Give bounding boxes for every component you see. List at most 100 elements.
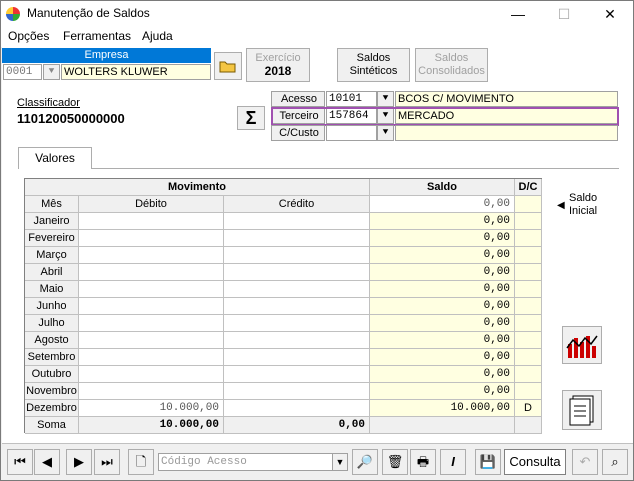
bottom-toolbar: ⏮ ◀ ▶ ⏭ 🗋 Código Acesso ▼ 🔎 🗑 🖶 I 💾 Cons…	[2, 443, 633, 480]
undo-button[interactable]: ↶	[572, 449, 598, 475]
row-mes: Agosto	[25, 332, 79, 349]
last-record-button[interactable]: ⏭	[94, 449, 120, 475]
header-credito: Crédito	[224, 196, 370, 213]
row-credito[interactable]	[224, 230, 370, 247]
maximize-button[interactable]: ☐	[541, 1, 587, 27]
row-dc	[515, 213, 542, 230]
print-button[interactable]: 🖶	[410, 449, 436, 475]
row-mes: Setembro	[25, 349, 79, 366]
new-record-button[interactable]: 🗋	[128, 449, 154, 475]
row-mes: Maio	[25, 281, 79, 298]
acesso-label: Acesso	[271, 91, 325, 107]
row-credito[interactable]	[224, 366, 370, 383]
row-debito[interactable]	[79, 349, 224, 366]
ccusto-dropdown-icon[interactable]: ⯆	[377, 125, 394, 141]
save-button[interactable]: 💾	[475, 449, 501, 475]
row-debito[interactable]	[79, 230, 224, 247]
row-debito[interactable]	[79, 383, 224, 400]
acesso-dropdown-icon[interactable]: ⯆	[377, 91, 394, 107]
codigo-dropdown-icon[interactable]: ▼	[332, 453, 348, 471]
row-saldo: 0,00	[370, 383, 515, 400]
folder-icon	[219, 61, 236, 73]
empresa-code-input[interactable]: 0001	[3, 64, 42, 80]
row-mes: Outubro	[25, 366, 79, 383]
saldos-sinteticos-button[interactable]: Saldos Sintéticos	[337, 48, 410, 82]
row-credito[interactable]	[224, 400, 370, 417]
row-saldo: 0,00	[370, 366, 515, 383]
row-dc	[515, 383, 542, 400]
info-button[interactable]: I	[440, 449, 466, 475]
prev-record-button[interactable]: ◀	[34, 449, 60, 475]
next-record-button[interactable]: ▶	[66, 449, 92, 475]
row-debito[interactable]	[79, 281, 224, 298]
row-mes: Junho	[25, 298, 79, 315]
classificador-label: Classificador	[17, 97, 80, 109]
row-saldo: 0,00	[370, 349, 515, 366]
tab-valores[interactable]: Valores	[18, 147, 92, 169]
saldos-consolidados-line1: Saldos	[434, 52, 469, 64]
chart-button[interactable]	[562, 326, 602, 364]
valores-table: Movimento Saldo D/C Mês Débito Crédito 0,00 Jan…	[24, 178, 542, 434]
first-record-button[interactable]: ⏮	[7, 449, 33, 475]
row-mes: Fevereiro	[25, 230, 79, 247]
acesso-code-input[interactable]: 10101	[326, 91, 377, 107]
row-dc	[515, 315, 542, 332]
menu-opcoes[interactable]: Opções	[8, 29, 49, 43]
row-dc	[515, 247, 542, 264]
document-icon	[569, 395, 594, 426]
menu-ajuda[interactable]: Ajuda	[142, 29, 173, 43]
row-debito[interactable]	[79, 366, 224, 383]
row-dc	[515, 281, 542, 298]
row-mes: Março	[25, 247, 79, 264]
row-dc	[515, 230, 542, 247]
header-debito: Débito	[79, 196, 224, 213]
header-movimento: Movimento	[25, 179, 370, 196]
saldo-inicial-label: Saldo Inicial	[569, 192, 597, 218]
row-saldo: 0,00	[370, 332, 515, 349]
row-debito[interactable]: 10.000,00	[79, 400, 224, 417]
header-dc: D/C	[515, 179, 542, 196]
empresa-dropdown-icon[interactable]: ⯆	[43, 64, 60, 80]
delete-button[interactable]: 🗑	[382, 449, 408, 475]
codigo-acesso-input[interactable]: Código Acesso	[158, 453, 333, 471]
row-saldo: 0,00	[370, 281, 515, 298]
search-doc-button[interactable]: 🔎	[352, 449, 378, 475]
soma-dc	[515, 417, 542, 434]
row-debito[interactable]	[79, 264, 224, 281]
classificador-value: 110120050000000	[17, 111, 125, 126]
row-saldo: 0,00	[370, 230, 515, 247]
close-button[interactable]: ✕	[587, 1, 633, 27]
row-saldo: 0,00	[370, 298, 515, 315]
soma-label: Soma	[25, 417, 79, 434]
row-credito[interactable]	[224, 315, 370, 332]
row-debito[interactable]	[79, 298, 224, 315]
row-credito[interactable]	[224, 281, 370, 298]
row-saldo: 0,00	[370, 247, 515, 264]
binoculars-button[interactable]: ⌕	[602, 449, 628, 475]
row-debito[interactable]	[79, 247, 224, 264]
header-mes: Mês	[25, 196, 79, 213]
row-credito[interactable]	[224, 298, 370, 315]
row-credito[interactable]	[224, 264, 370, 281]
row-credito[interactable]	[224, 332, 370, 349]
ccusto-code-input[interactable]	[326, 125, 377, 141]
report-button[interactable]	[562, 390, 602, 430]
exercicio-value: 2018	[264, 64, 292, 78]
minimize-button[interactable]: —	[495, 1, 541, 27]
sigma-button[interactable]: Σ	[237, 106, 265, 130]
open-folder-button[interactable]	[214, 52, 242, 80]
saldo-inicial-line2: Inicial	[569, 205, 598, 217]
row-credito[interactable]	[224, 383, 370, 400]
row-credito[interactable]	[224, 213, 370, 230]
saldos-consolidados-button[interactable]: Saldos Consolidados	[415, 48, 488, 82]
row-debito[interactable]	[79, 213, 224, 230]
saldos-sinteticos-line2: Sintéticos	[349, 65, 398, 77]
row-credito[interactable]	[224, 349, 370, 366]
acesso-desc: BCOS C/ MOVIMENTO	[395, 91, 618, 107]
row-debito[interactable]	[79, 315, 224, 332]
row-credito[interactable]	[224, 247, 370, 264]
dc-inicial	[515, 196, 542, 213]
row-debito[interactable]	[79, 332, 224, 349]
menu-ferramentas[interactable]: Ferramentas	[63, 29, 131, 43]
soma-saldo	[370, 417, 515, 434]
